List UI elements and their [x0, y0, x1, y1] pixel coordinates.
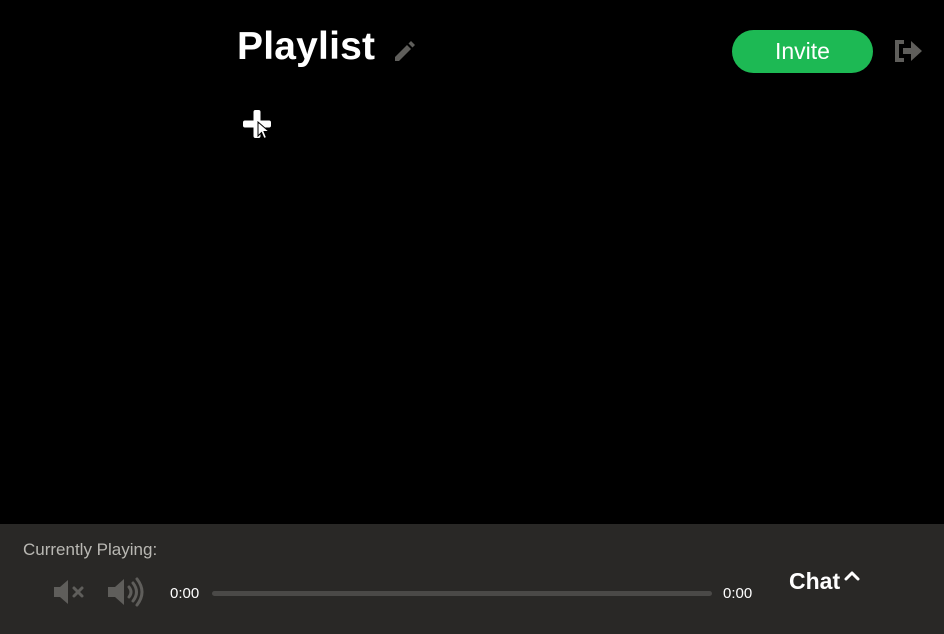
invite-button[interactable]: Invite — [732, 30, 873, 73]
chat-label: Chat — [789, 568, 841, 594]
progress-bar[interactable] — [212, 591, 712, 596]
chevron-up-icon — [844, 571, 860, 581]
player-bar: Currently Playing: 0:00 0:00 Chat — [0, 524, 944, 634]
app-root: Playlist Invite Currently Playing: 0:00 … — [0, 0, 944, 634]
volume-up-icon[interactable] — [106, 576, 146, 608]
sign-out-icon[interactable] — [892, 37, 924, 65]
header: Playlist Invite — [0, 0, 944, 100]
chat-toggle-button[interactable]: Chat — [789, 564, 860, 598]
volume-mute-icon[interactable] — [52, 578, 88, 606]
currently-playing-label: Currently Playing: — [23, 540, 158, 559]
total-time: 0:00 — [723, 585, 753, 602]
page-title: Playlist — [237, 25, 376, 68]
add-song-icon[interactable] — [241, 108, 273, 140]
current-time: 0:00 — [170, 585, 200, 602]
pencil-icon[interactable] — [392, 38, 418, 64]
